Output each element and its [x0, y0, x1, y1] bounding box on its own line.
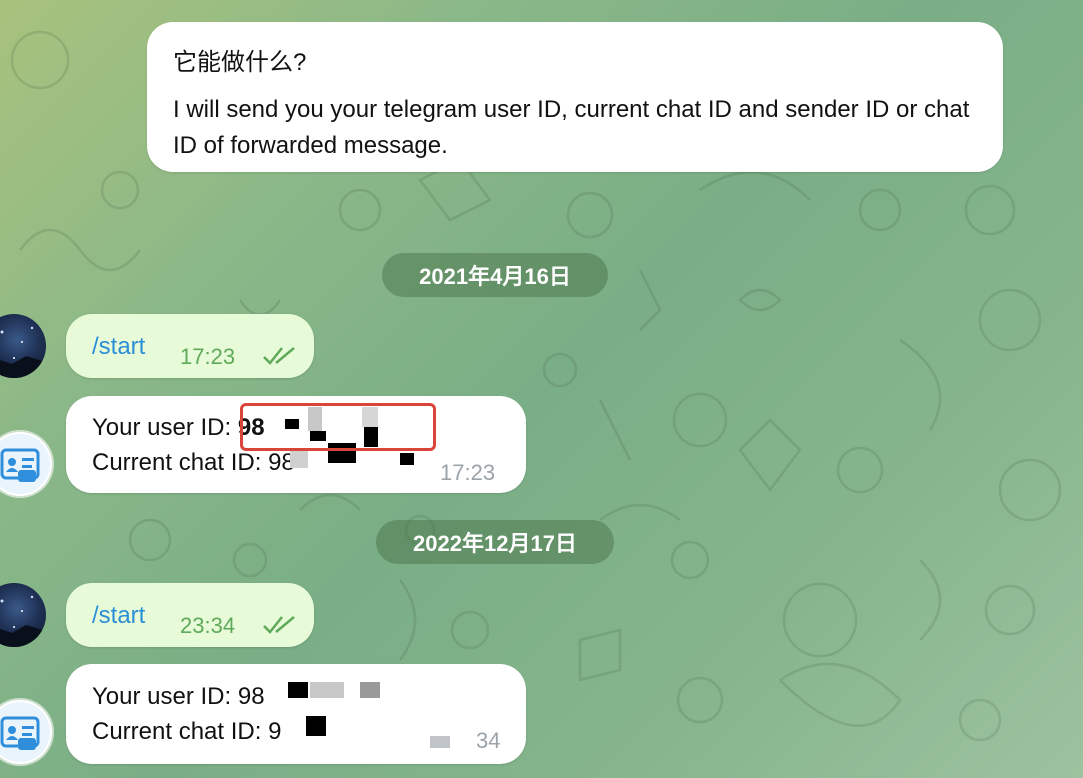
message-time: 23:34 — [180, 613, 236, 638]
chat-id-label: Current chat ID: — [92, 718, 269, 745]
highlight-box — [240, 403, 436, 451]
user-id-label: Your user ID: — [92, 683, 238, 710]
outgoing-message[interactable]: /start 17:23 — [66, 314, 314, 378]
id-card-icon — [0, 702, 50, 762]
chat-id-label: Current chat ID: — [92, 449, 269, 476]
starry-sky-avatar — [0, 326, 46, 378]
user-id-line: Your user ID: 98 — [92, 414, 265, 442]
message-time: 17:23 — [440, 460, 496, 485]
double-check-icon — [263, 347, 295, 365]
id-card-icon — [0, 434, 50, 494]
user-avatar[interactable] — [0, 314, 46, 378]
message-time: 34 — [476, 728, 501, 753]
redaction-marks — [288, 682, 450, 748]
chat-id-line: Current chat ID: 98 — [92, 449, 295, 477]
double-check-icon — [263, 616, 295, 634]
user-id-value: 98 — [237, 683, 265, 710]
user-id-label: Your user ID: — [92, 414, 238, 441]
start-command-link[interactable]: /start — [92, 333, 145, 361]
outgoing-message[interactable]: /start 23:34 — [66, 583, 314, 647]
bot-description-card: 它能做什么? I will send you your telegram use… — [147, 22, 1003, 172]
bot-avatar[interactable] — [0, 432, 52, 496]
user-avatar[interactable] — [0, 583, 46, 647]
bot-description-text: I will send you your telegram user ID, c… — [173, 96, 970, 159]
starry-sky-avatar — [0, 595, 46, 647]
start-command-link[interactable]: /start — [92, 602, 145, 630]
chat-id-line: Current chat ID: 9 — [92, 718, 281, 746]
date-label: 2021年4月16日 — [419, 264, 571, 289]
date-separator: 2022年12月17日 — [376, 520, 614, 564]
bot-avatar[interactable] — [0, 700, 52, 764]
message-time: 17:23 — [180, 344, 236, 369]
date-label: 2022年12月17日 — [413, 531, 577, 556]
bot-description-title: 它能做什么? — [173, 49, 307, 76]
date-separator: 2021年4月16日 — [382, 253, 608, 297]
user-id-line: Your user ID: 98 — [92, 683, 265, 711]
